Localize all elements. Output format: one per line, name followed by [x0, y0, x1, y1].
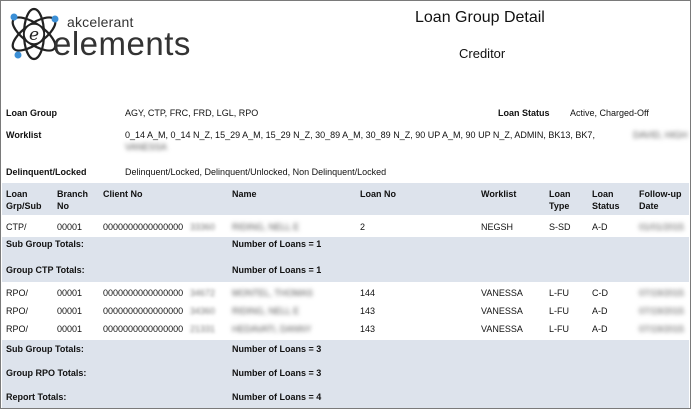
cell-branch: 00001	[57, 306, 83, 316]
group-ctp-totals-value: Number of Loans = 1	[232, 265, 322, 275]
cell-loan-status: A-D	[592, 306, 608, 316]
ctp-totals-band	[2, 237, 689, 282]
cell-follow-up: 07/19/2015	[639, 306, 685, 316]
sub-group-totals-label: Sub Group Totals:	[6, 344, 84, 354]
cell-name: RIDING, NELL E	[232, 222, 300, 232]
delinquent-value: Delinquent/Locked, Delinquent/Unlocked, …	[125, 167, 387, 177]
cell-loan-type: L-FU	[549, 288, 569, 298]
loan-status-value: Active, Charged-Off	[570, 108, 649, 118]
cell-grp: RPO/	[6, 288, 29, 298]
cell-grp: RPO/	[6, 324, 29, 334]
header-follow-up: Follow-up Date	[639, 189, 682, 211]
cell-loan-no: 144	[360, 288, 376, 298]
delinquent-label: Delinquent/Locked	[6, 167, 87, 177]
cell-branch: 00001	[57, 222, 83, 232]
cell-loan-status: C-D	[592, 288, 608, 298]
cell-follow-up: 07/19/2015	[639, 288, 685, 298]
cell-name: RIDING, NELL E	[232, 306, 300, 316]
cell-loan-status: A-D	[592, 324, 608, 334]
worklist-redacted-2: VANESSA	[125, 142, 167, 152]
report-totals-label: Report Totals:	[6, 392, 67, 402]
group-ctp-totals-label: Group CTP Totals:	[6, 265, 85, 275]
cell-loan-type: L-FU	[549, 324, 569, 334]
header-loan-no: Loan No	[360, 189, 396, 199]
cell-loan-no: 143	[360, 324, 376, 334]
cell-name: HEDAVATI, DANNY	[232, 324, 312, 334]
cell-worklist: VANESSA	[481, 324, 523, 334]
cell-worklist: VANESSA	[481, 306, 523, 316]
report-title: Loan Group Detail	[415, 9, 545, 26]
header-worklist: Worklist	[481, 189, 517, 199]
header-loan-grp: Loan Grp/Sub	[6, 189, 42, 211]
worklist-value: 0_14 A_M, 0_14 N_Z, 15_29 A_M, 15_29 N_Z…	[125, 130, 595, 140]
loan-group-label: Loan Group	[6, 108, 57, 118]
sub-group-totals-value: Number of Loans = 3	[232, 344, 322, 354]
worklist-label: Worklist	[6, 130, 42, 140]
header-client: Client No	[103, 189, 143, 199]
loan-group-value: AGY, CTP, FRC, FRD, LGL, RPO	[125, 108, 259, 118]
cell-client: 0000000000000000	[103, 306, 184, 316]
table-header: Loan Grp/Sub Branch No Client No Name Lo…	[2, 183, 689, 215]
cell-grp: CTP/	[6, 222, 27, 232]
sub-group-totals-value: Number of Loans = 1	[232, 239, 322, 249]
cell-loan-type: S-SD	[549, 222, 571, 232]
cell-client: 0000000000000000	[103, 288, 184, 298]
cell-loan-no: 2	[360, 222, 366, 232]
cell-client: 0000000000000000	[103, 324, 184, 334]
akcelerant-logo: e akcelerant elements	[5, 3, 190, 65]
cell-grp: RPO/	[6, 306, 29, 316]
cell-client-redacted: 21331	[190, 324, 216, 334]
cell-loan-type: L-FU	[549, 306, 569, 316]
report-page: e akcelerant elements Loan Group Detail …	[0, 0, 691, 409]
cell-branch: 00001	[57, 288, 83, 298]
cell-worklist: NEGSH	[481, 222, 514, 232]
cell-client-redacted: 33360	[190, 222, 216, 232]
cell-branch: 00001	[57, 324, 83, 334]
cell-client-redacted: 34672	[190, 288, 216, 298]
header-branch: Branch No	[57, 189, 89, 211]
header-loan-status: Loan Status	[592, 189, 620, 211]
loan-status-label: Loan Status	[498, 108, 550, 118]
logo-brand-bottom: elements	[53, 25, 191, 62]
rpo-totals-band	[2, 340, 689, 408]
cell-follow-up: 07/19/2015	[639, 324, 685, 334]
header-loan-type: Loan Type	[549, 189, 571, 211]
report-totals-value: Number of Loans = 4	[232, 392, 322, 402]
cell-follow-up: 01/01/2015	[639, 222, 685, 232]
group-rpo-totals-value: Number of Loans = 3	[232, 368, 322, 378]
report-subtitle: Creditor	[459, 46, 506, 61]
cell-loan-status: A-D	[592, 222, 608, 232]
cell-loan-no: 143	[360, 306, 376, 316]
cell-name: MONTEL, THOMAS	[232, 288, 313, 298]
svg-text:e: e	[29, 25, 39, 45]
cell-client-redacted: 34360	[190, 306, 216, 316]
sub-group-totals-label: Sub Group Totals:	[6, 239, 84, 249]
group-rpo-totals-label: Group RPO Totals:	[6, 368, 87, 378]
cell-client: 0000000000000000	[103, 222, 184, 232]
cell-worklist: VANESSA	[481, 288, 523, 298]
header-name: Name	[232, 189, 257, 199]
worklist-redacted-1: DAVID, HIGH	[633, 130, 688, 140]
